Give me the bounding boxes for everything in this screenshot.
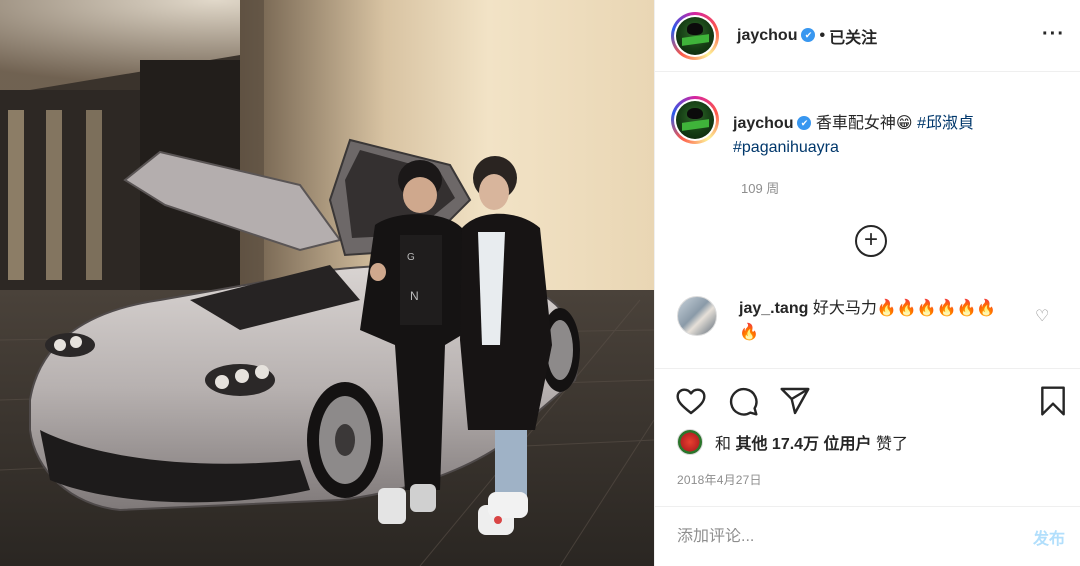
svg-text:G: G bbox=[407, 252, 415, 263]
caption-text-block: jaychou ✔ 香車配女神😁 #邱淑貞 #paganihuayra bbox=[733, 112, 974, 160]
likes-summary: 和 其他 17.4万 位用户 赞了 bbox=[677, 429, 908, 455]
header-separator: • bbox=[819, 26, 826, 44]
post-date[interactable]: 2018年4月27日 bbox=[677, 471, 762, 488]
caption: jaychou ✔ 香車配女神😁 #邱淑貞 #paganihuayra bbox=[671, 96, 1065, 160]
caption-text: 香車配女神😁 bbox=[815, 115, 913, 132]
post-photo-image: G N bbox=[0, 0, 654, 566]
hashtag-link[interactable]: #邱淑貞 bbox=[917, 115, 974, 132]
comment-icon[interactable] bbox=[727, 385, 759, 417]
likes-count-link[interactable]: 其他 17.4万 位用户 bbox=[735, 430, 871, 454]
caption-username[interactable]: jaychou bbox=[733, 115, 793, 132]
post-header: jaychou ✔ • 已关注 ··· bbox=[655, 0, 1080, 72]
following-button[interactable]: 已关注 bbox=[829, 24, 877, 48]
comment-text: 好大马力🔥🔥🔥🔥🔥🔥 bbox=[812, 300, 997, 317]
hashtag-link[interactable]: #paganihuayra bbox=[733, 139, 839, 156]
post-comment-button[interactable]: 发布 bbox=[1033, 525, 1065, 549]
header-author-info: jaychou ✔ • 已关注 bbox=[737, 24, 877, 48]
bookmark-icon[interactable] bbox=[1037, 385, 1069, 417]
comment-like-icon[interactable]: ♡ bbox=[1035, 309, 1049, 325]
svg-text:N: N bbox=[410, 289, 419, 303]
comment-input[interactable] bbox=[677, 527, 1007, 546]
more-options-icon[interactable]: ··· bbox=[1042, 24, 1065, 44]
comment-item: jay_.tang 好大马力🔥🔥🔥🔥🔥🔥 🔥 bbox=[677, 296, 1071, 345]
post-side-panel: jaychou ✔ • 已关注 ··· jaychou ✔ 香車配女神😁 #邱淑貞… bbox=[654, 0, 1080, 566]
author-username[interactable]: jaychou bbox=[737, 27, 797, 45]
heart-icon[interactable] bbox=[675, 385, 707, 417]
verified-badge-icon: ✔ bbox=[801, 27, 816, 42]
post-actions: 和 其他 17.4万 位用户 赞了 2018年4月27日 bbox=[655, 368, 1080, 496]
comment-text-continued: 🔥 bbox=[739, 324, 759, 341]
comment-text-block: jay_.tang 好大马力🔥🔥🔥🔥🔥🔥 🔥 bbox=[739, 297, 1009, 345]
commenter-username[interactable]: jay_.tang bbox=[739, 300, 808, 317]
caption-author-avatar-image bbox=[676, 101, 714, 139]
add-comment-bar: 发布 bbox=[655, 506, 1080, 566]
load-more-comments-icon[interactable]: + bbox=[855, 225, 887, 257]
author-avatar-image bbox=[676, 16, 714, 55]
caption-timestamp[interactable]: 109 周 bbox=[741, 178, 779, 197]
likes-prefix: 和 bbox=[715, 436, 732, 453]
commenter-avatar[interactable] bbox=[677, 296, 717, 336]
post-photo[interactable]: G N bbox=[0, 0, 654, 566]
caption-author-avatar[interactable] bbox=[671, 96, 719, 144]
likes-suffix: 赞了 bbox=[875, 436, 908, 453]
author-avatar[interactable] bbox=[671, 11, 719, 60]
verified-badge-icon: ✔ bbox=[797, 115, 812, 130]
share-icon[interactable] bbox=[779, 385, 811, 417]
liker-avatar[interactable] bbox=[677, 429, 703, 455]
